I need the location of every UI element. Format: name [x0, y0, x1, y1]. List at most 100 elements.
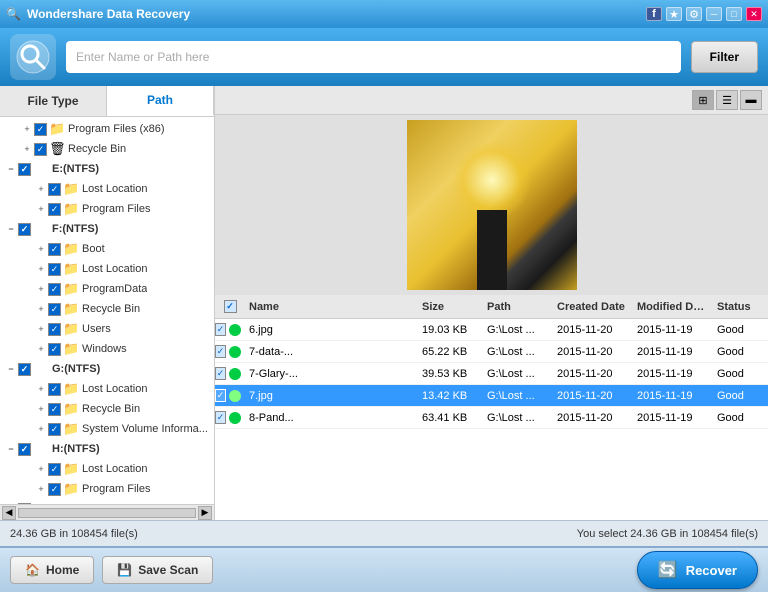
tree-checkbox[interactable]: ✓: [48, 343, 61, 356]
tree-checkbox[interactable]: ✓: [48, 403, 61, 416]
folder-icon: 📁: [63, 241, 79, 257]
row-checkbox[interactable]: ✓: [215, 323, 226, 336]
tree-checkbox[interactable]: ✓: [34, 143, 47, 156]
file-status: Good: [713, 324, 768, 336]
search-input[interactable]: Enter Name or Path here: [66, 41, 681, 73]
tree-checkbox[interactable]: ✓: [48, 383, 61, 396]
expander-icon: +: [34, 284, 48, 294]
file-modified: 2015-11-19: [633, 390, 713, 402]
facebook-btn[interactable]: f: [646, 7, 662, 21]
file-name: 8-Pand...: [245, 412, 418, 424]
tree-item[interactable]: − ✓ E:(NTFS): [0, 159, 214, 179]
tree-checkbox[interactable]: ✓: [48, 463, 61, 476]
status-right: You select 24.36 GB in 108454 file(s): [577, 528, 758, 540]
filter-button[interactable]: Filter: [691, 41, 758, 73]
file-created: 2015-11-20: [553, 390, 633, 402]
maximize-btn[interactable]: □: [726, 7, 742, 21]
tree-item[interactable]: + ✓ 📁 Program Files: [0, 479, 214, 499]
file-path: G:\Lost ...: [483, 346, 553, 358]
tree-item[interactable]: + ✓ 📁 Program Files (x86): [0, 119, 214, 139]
file-path: G:\Lost ...: [483, 368, 553, 380]
tree-item[interactable]: + ✓ 📁 System Volume Informa...: [0, 419, 214, 439]
tree-item[interactable]: + ✓ 📁 Lost Location: [0, 459, 214, 479]
tree-checkbox[interactable]: ✓: [48, 203, 61, 216]
row-checkbox[interactable]: ✓: [215, 411, 226, 424]
folder-icon: 📁: [63, 341, 79, 357]
folder-icon: 📁: [63, 481, 79, 497]
file-status: Good: [713, 412, 768, 424]
file-row[interactable]: ✓ 7-data-... 65.22 KB G:\Lost ... 2015-1…: [215, 341, 768, 363]
home-button[interactable]: 🏠 Home: [10, 556, 94, 584]
tree-checkbox[interactable]: ✓: [18, 443, 31, 456]
tree-item[interactable]: + ✓ 🗑 Recycle Bin: [0, 139, 214, 159]
tree-checkbox[interactable]: ✓: [48, 183, 61, 196]
folder-icon: 🗑: [49, 141, 65, 157]
file-row-selected[interactable]: ✓ 7.jpg 13.42 KB G:\Lost ... 2015-11-20 …: [215, 385, 768, 407]
scroll-right-btn[interactable]: ▶: [198, 506, 212, 520]
folder-icon: 📁: [63, 301, 79, 317]
tree-item[interactable]: − ✓ H:(NTFS): [0, 439, 214, 459]
file-name: 7-data-...: [245, 346, 418, 358]
preview-area: [215, 115, 768, 295]
file-path: G:\Lost ...: [483, 390, 553, 402]
tree-item[interactable]: + ✓ 📁 ProgramData: [0, 279, 214, 299]
tab-file-type[interactable]: File Type: [0, 86, 107, 116]
grid-view-btn[interactable]: ⊞: [692, 90, 714, 110]
tree-checkbox[interactable]: ✓: [34, 123, 47, 136]
file-row[interactable]: ✓ 7-Glary-... 39.53 KB G:\Lost ... 2015-…: [215, 363, 768, 385]
tree-checkbox[interactable]: ✓: [18, 163, 31, 176]
row-check-area: ✓: [215, 411, 245, 424]
tree-checkbox[interactable]: ✓: [48, 483, 61, 496]
tree-checkbox[interactable]: ✓: [18, 363, 31, 376]
tree-item[interactable]: + ✓ 📁 Lost Location: [0, 179, 214, 199]
expander-icon: +: [34, 424, 48, 434]
star-btn[interactable]: ★: [666, 7, 682, 21]
tree-checkbox[interactable]: ✓: [48, 303, 61, 316]
header-checkbox[interactable]: ✓: [224, 300, 237, 313]
tree-checkbox[interactable]: ✓: [48, 323, 61, 336]
tree-item[interactable]: + ✓ 📁 Windows: [0, 339, 214, 359]
tree-item[interactable]: + ✓ 📁 Users: [0, 319, 214, 339]
recover-button[interactable]: 🔄 Recover: [637, 551, 758, 589]
tree-item[interactable]: + ✓ 📁 Recycle Bin: [0, 299, 214, 319]
tree-checkbox[interactable]: ✓: [48, 283, 61, 296]
file-size: 65.22 KB: [418, 346, 483, 358]
minimize-btn[interactable]: ─: [706, 7, 722, 21]
tree-item[interactable]: + ✓ 📁 Lost Location: [0, 379, 214, 399]
save-scan-button[interactable]: 💾 Save Scan: [102, 556, 213, 584]
detail-view-btn[interactable]: ▬: [740, 90, 762, 110]
tree-item[interactable]: + ✓ 📁 Boot: [0, 239, 214, 259]
col-name: Name: [245, 301, 418, 313]
main-content: File Type Path + ✓ 📁 Program Files (x86)…: [0, 86, 768, 520]
folder-icon: 📁: [63, 281, 79, 297]
tree-item[interactable]: − ✓ G:(NTFS): [0, 359, 214, 379]
tree-checkbox[interactable]: ✓: [48, 243, 61, 256]
tree-checkbox[interactable]: ✓: [48, 423, 61, 436]
folder-icon: 📁: [49, 121, 65, 137]
status-left: 24.36 GB in 108454 file(s): [10, 528, 138, 540]
settings-btn[interactable]: ⚙: [686, 7, 702, 21]
row-checkbox[interactable]: ✓: [215, 389, 226, 402]
status-dot: [229, 390, 241, 402]
file-row[interactable]: ✓ 8-Pand... 63.41 KB G:\Lost ... 2015-11…: [215, 407, 768, 429]
row-checkbox[interactable]: ✓: [215, 367, 226, 380]
tree-checkbox[interactable]: ✓: [18, 223, 31, 236]
file-row[interactable]: ✓ 6.jpg 19.03 KB G:\Lost ... 2015-11-20 …: [215, 319, 768, 341]
status-bar: 24.36 GB in 108454 file(s) You select 24…: [0, 520, 768, 546]
tab-path[interactable]: Path: [107, 86, 214, 116]
tree-item[interactable]: − ✓ F:(NTFS): [0, 219, 214, 239]
tree-item[interactable]: + ✓ 📁 Recycle Bin: [0, 399, 214, 419]
close-btn[interactable]: ✕: [746, 7, 762, 21]
file-created: 2015-11-20: [553, 368, 633, 380]
row-checkbox[interactable]: ✓: [215, 345, 226, 358]
tree-item[interactable]: + ✓ 📁 Program Files: [0, 199, 214, 219]
bottom-left: 🏠 Home 💾 Save Scan: [10, 556, 213, 584]
expander-icon: +: [34, 244, 48, 254]
tree-checkbox[interactable]: ✓: [48, 263, 61, 276]
file-size: 13.42 KB: [418, 390, 483, 402]
list-view-btn[interactable]: ☰: [716, 90, 738, 110]
tree-item[interactable]: + ✓ 📁 Lost Location: [0, 259, 214, 279]
scroll-left-btn[interactable]: ◀: [2, 506, 16, 520]
file-size: 19.03 KB: [418, 324, 483, 336]
horizontal-scrollbar[interactable]: [18, 508, 196, 518]
